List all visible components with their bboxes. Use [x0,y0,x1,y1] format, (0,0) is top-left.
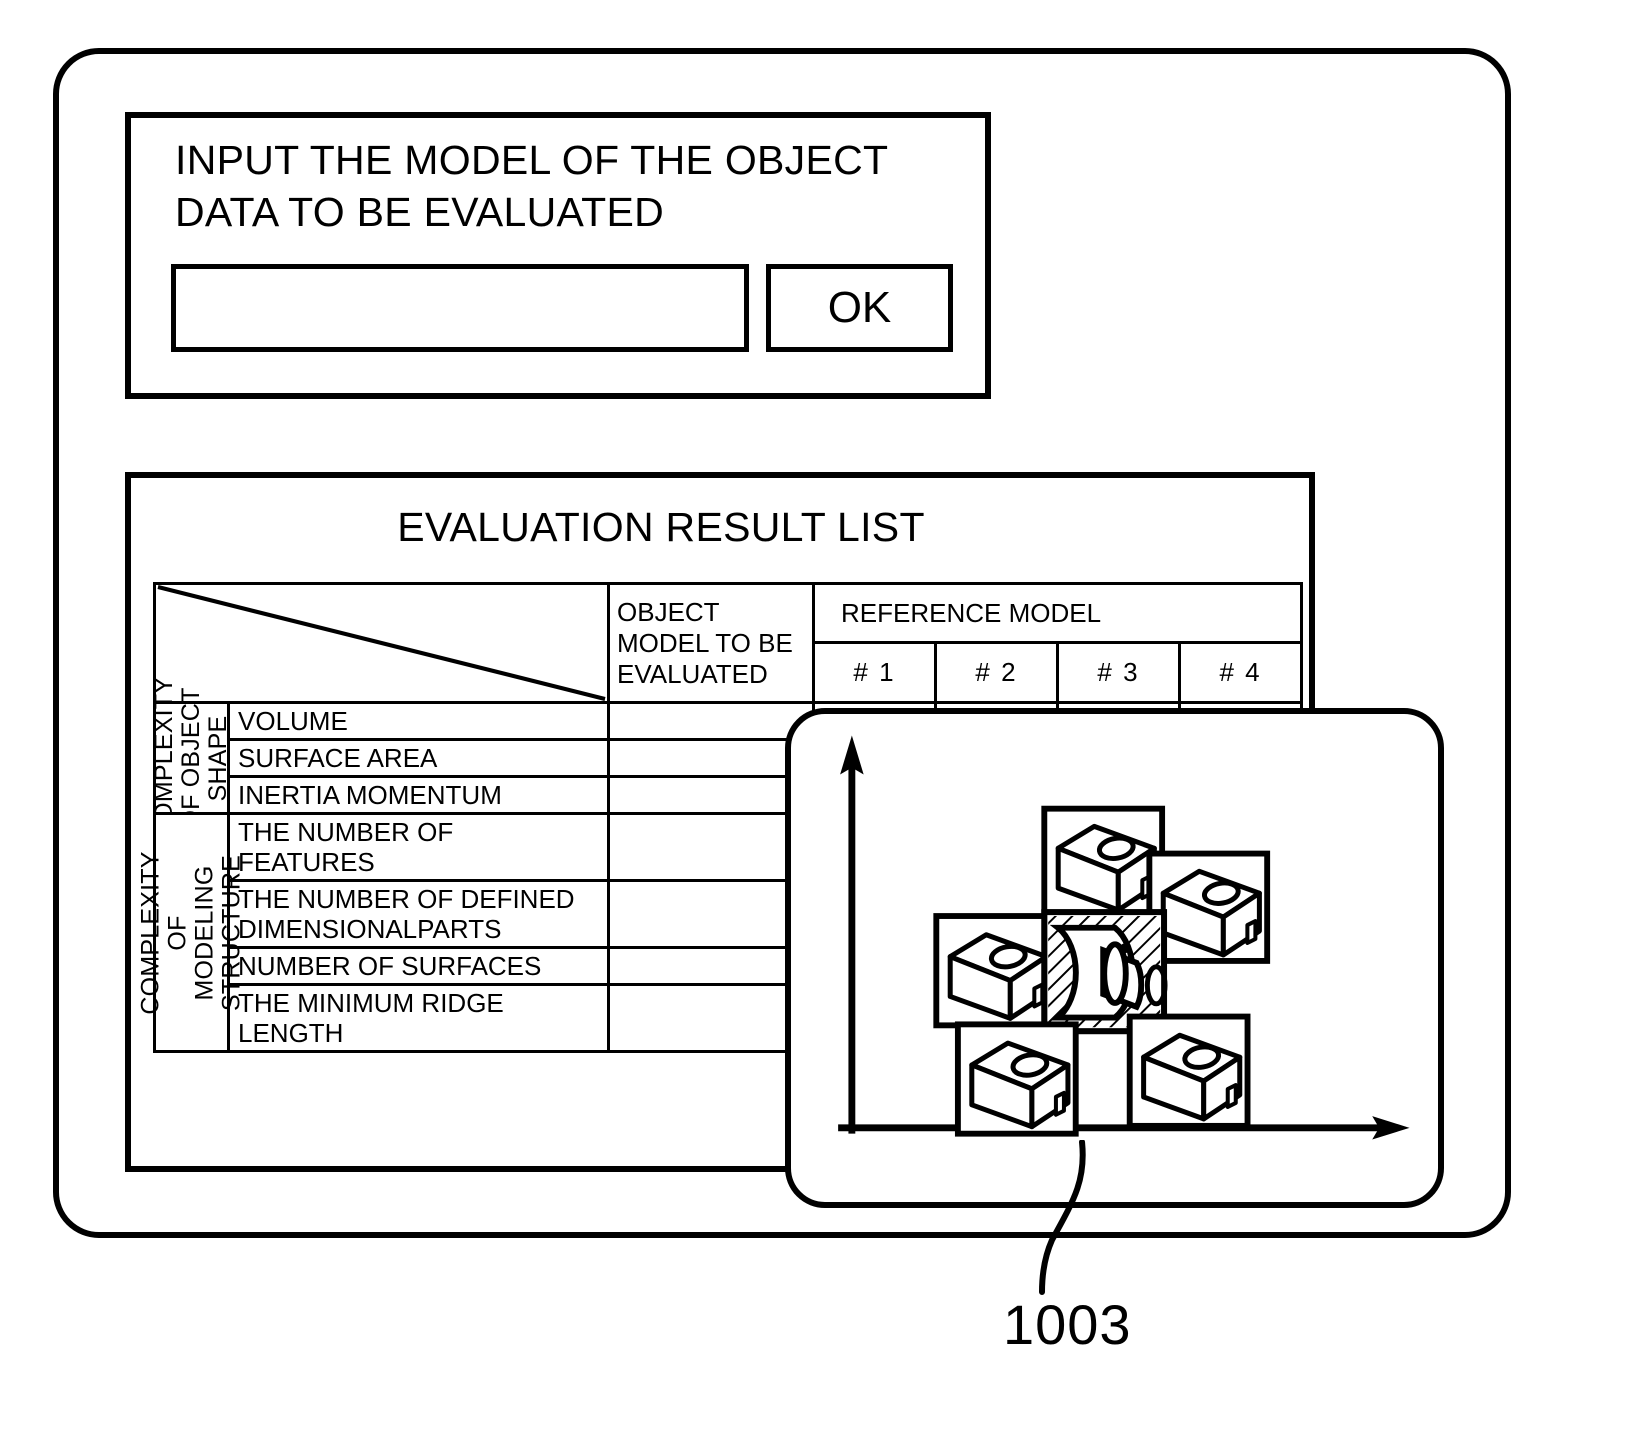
header-ref-model-3: # 3 [1056,641,1181,704]
cell-object-model[interactable] [607,812,815,882]
header-ref-model-2: # 2 [934,641,1059,704]
figure-reference-number: 1003 [1003,1293,1132,1356]
cell-object-model[interactable] [607,701,815,741]
y-axis [840,735,864,1134]
x-axis [838,1116,1410,1140]
model-similarity-map-panel[interactable] [785,708,1444,1208]
evaluation-result-title: EVALUATION RESULT LIST [397,504,925,550]
thumbnail-model [954,1021,1079,1137]
metric-label: THE NUMBER OF FEATURES [227,812,610,882]
metric-label: THE MINIMUM RIDGE LENGTH [227,983,610,1053]
prompt-message: INPUT THE MODEL OF THE OBJECT DATA TO BE… [175,137,889,235]
metric-label: INERTIA MOMENTUM [227,775,610,815]
group-label-modeling-structure: COMPLEXITY OF MODELING STRUCTURE [137,812,246,1053]
ok-button[interactable]: OK [766,264,953,352]
model-data-input[interactable] [171,264,749,352]
cell-object-model[interactable] [607,775,815,815]
patent-figure: INPUT THE MODEL OF THE OBJECT DATA TO BE… [0,0,1649,1446]
metric-label: VOLUME [227,701,610,741]
thumbnail-center-target [1041,909,1168,1035]
table-header-row-1: OBJECT MODEL TO BE EVALUATED REFERENCE M… [153,582,1304,704]
cell-object-model[interactable] [607,879,815,949]
metric-label: NUMBER OF SURFACES [227,946,610,986]
metric-label: THE NUMBER OF DEFINED DIMENSIONALPARTS [227,879,610,949]
input-prompt-dialog: INPUT THE MODEL OF THE OBJECT DATA TO BE… [125,112,991,399]
metric-label: SURFACE AREA [227,738,610,778]
header-object-model: OBJECT MODEL TO BE EVALUATED [607,582,815,704]
group-label-object-shape: COMPLEXITY OF OBJECT SHAPE [150,676,232,839]
header-ref-model-4: # 4 [1177,641,1304,704]
cell-object-model[interactable] [607,983,815,1053]
header-ref-model-1: # 1 [812,641,937,704]
header-reference-model-group: REFERENCE MODEL [811,582,1304,644]
model-map-svg [838,735,1410,1140]
cell-object-model[interactable] [607,738,815,778]
thumbnail-model [1041,805,1166,919]
thumbnail-model [933,913,1058,1029]
thumbnail-model [1126,1013,1251,1129]
group-label-text: COMPLEXITY OF MODELING STRUCTURE [136,850,246,1015]
cell-object-model[interactable] [607,946,815,986]
